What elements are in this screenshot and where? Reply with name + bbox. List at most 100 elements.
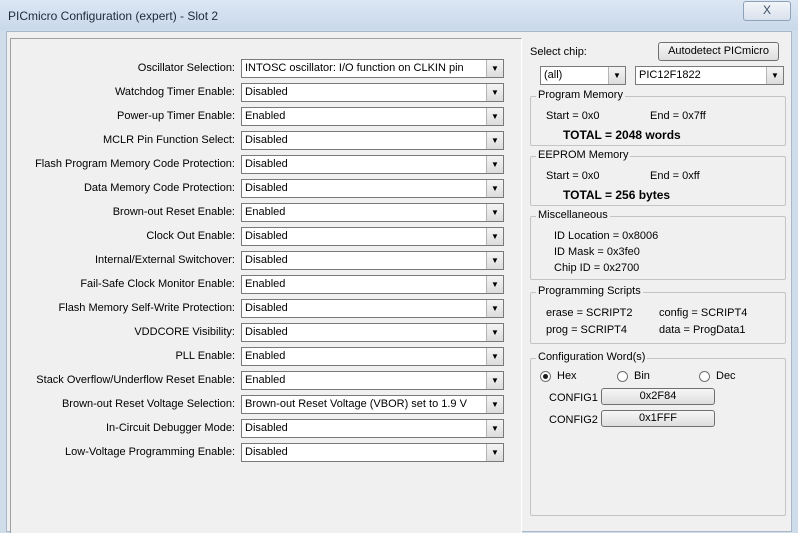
config-row: In-Circuit Debugger Mode: Disabled ▼ (11, 419, 521, 438)
config-row: Brown-out Reset Enable: Enabled ▼ (11, 203, 521, 222)
config-option-label: Power-up Timer Enable: (117, 110, 235, 122)
erase-script: erase = SCRIPT2 (546, 307, 633, 319)
config1-label: CONFIG1 (549, 392, 598, 404)
radix-dec-radio[interactable] (699, 371, 710, 382)
config-option-value: Disabled (245, 158, 288, 170)
program-memory-start: Start = 0x0 (546, 110, 600, 122)
config-row: Brown-out Reset Voltage Selection: Brown-… (11, 395, 521, 414)
programming-scripts-title: Programming Scripts (536, 285, 643, 297)
chevron-down-icon: ▼ (486, 252, 503, 269)
config-option-select[interactable]: Disabled ▼ (241, 83, 504, 102)
config-option-select[interactable]: Disabled ▼ (241, 179, 504, 198)
config-option-value: Brown-out Reset Voltage (VBOR) set to 1.… (245, 398, 467, 410)
config-option-label: Fail-Safe Clock Monitor Enable: (80, 278, 235, 290)
config-option-value: Disabled (245, 446, 288, 458)
config-option-value: Disabled (245, 134, 288, 146)
chevron-down-icon: ▼ (486, 204, 503, 221)
chevron-down-icon: ▼ (486, 60, 503, 77)
config-option-select[interactable]: Enabled ▼ (241, 347, 504, 366)
config-words-title: Configuration Word(s) (536, 351, 648, 363)
autodetect-button[interactable]: Autodetect PICmicro (658, 42, 779, 61)
config-option-select[interactable]: Enabled ▼ (241, 203, 504, 222)
config-option-select[interactable]: Enabled ▼ (241, 371, 504, 390)
programming-scripts-group: Programming Scripts erase = SCRIPT2 conf… (530, 285, 786, 344)
config-option-label: Brown-out Reset Enable: (112, 206, 235, 218)
config-row: Power-up Timer Enable: Enabled ▼ (11, 107, 521, 126)
config-option-label: Brown-out Reset Voltage Selection: (61, 398, 235, 410)
config-option-select[interactable]: Disabled ▼ (241, 251, 504, 270)
chip-family-select[interactable]: (all) ▼ (540, 66, 626, 85)
chevron-down-icon: ▼ (766, 67, 783, 84)
config-row: Watchdog Timer Enable: Disabled ▼ (11, 83, 521, 102)
config-option-select[interactable]: Disabled ▼ (241, 227, 504, 246)
program-memory-title: Program Memory (536, 89, 625, 101)
config-option-label: PLL Enable: (175, 350, 235, 362)
eeprom-memory-end: End = 0xff (650, 170, 700, 182)
config-option-value: Enabled (245, 374, 286, 386)
chevron-down-icon: ▼ (486, 84, 503, 101)
config-option-value: Enabled (245, 206, 286, 218)
config-option-select[interactable]: Disabled ▼ (241, 443, 504, 462)
program-memory-total: TOTAL = 2048 words (563, 128, 681, 142)
close-button[interactable]: X (743, 1, 791, 21)
config1-value-button[interactable]: 0x2F84 (601, 388, 715, 405)
config2-label: CONFIG2 (549, 414, 598, 426)
config-option-select[interactable]: Enabled ▼ (241, 107, 504, 126)
program-memory-group: Program Memory Start = 0x0 End = 0x7ff T… (530, 89, 786, 146)
radix-hex-radio[interactable] (540, 371, 551, 382)
config-option-value: Disabled (245, 86, 288, 98)
config-option-value: Disabled (245, 230, 288, 242)
config-option-value: Disabled (245, 422, 288, 434)
chevron-down-icon: ▼ (486, 156, 503, 173)
config-row: Stack Overflow/Underflow Reset Enable: En… (11, 371, 521, 390)
config-option-value: Disabled (245, 302, 288, 314)
config2-value-button[interactable]: 0x1FFF (601, 410, 715, 427)
config-option-select[interactable]: INTOSC oscillator: I/O function on CLKIN… (241, 59, 504, 78)
program-memory-end: End = 0x7ff (650, 110, 706, 122)
config-option-label: MCLR Pin Function Select: (102, 134, 235, 146)
config-option-select[interactable]: Brown-out Reset Voltage (VBOR) set to 1.… (241, 395, 504, 414)
config-row: Data Memory Code Protection: Disabled ▼ (11, 179, 521, 198)
chevron-down-icon: ▼ (486, 108, 503, 125)
config-option-label: Low-Voltage Programming Enable: (65, 446, 235, 458)
chevron-down-icon: ▼ (486, 348, 503, 365)
misc-group: Miscellaneous ID Location = 0x8006 ID Ma… (530, 209, 786, 280)
config-option-select[interactable]: Enabled ▼ (241, 275, 504, 294)
config-row: Oscillator Selection: INTOSC oscillator: … (11, 59, 521, 78)
close-icon: X (762, 3, 771, 17)
chevron-down-icon: ▼ (608, 67, 625, 84)
window-title: PICmicro Configuration (expert) - Slot 2 (8, 9, 219, 23)
chip-id: Chip ID = 0x2700 (554, 262, 640, 274)
radix-dec-label: Dec (716, 370, 736, 382)
id-location: ID Location = 0x8006 (554, 230, 659, 242)
config-options-panel: Oscillator Selection: INTOSC oscillator: … (10, 38, 522, 533)
config-words-group: Configuration Word(s) Hex Bin Dec CONFIG… (530, 351, 786, 516)
prog-script: prog = SCRIPT4 (546, 324, 628, 336)
config-option-value: Disabled (245, 182, 288, 194)
config-row: MCLR Pin Function Select: Disabled ▼ (11, 131, 521, 150)
config-option-select[interactable]: Disabled ▼ (241, 131, 504, 150)
config-option-value: INTOSC oscillator: I/O function on CLKIN… (245, 62, 464, 74)
chevron-down-icon: ▼ (486, 276, 503, 293)
chevron-down-icon: ▼ (486, 420, 503, 437)
config-option-select[interactable]: Disabled ▼ (241, 323, 504, 342)
config-option-value: Enabled (245, 110, 286, 122)
chip-select[interactable]: PIC12F1822 ▼ (635, 66, 784, 85)
config-row: Low-Voltage Programming Enable: Disabled ▼ (11, 443, 521, 462)
id-mask: ID Mask = 0x3fe0 (554, 246, 640, 258)
config-option-select[interactable]: Disabled ▼ (241, 155, 504, 174)
eeprom-memory-group: EEPROM Memory Start = 0x0 End = 0xff TOT… (530, 149, 786, 206)
chevron-down-icon: ▼ (486, 444, 503, 461)
dialog-body: Oscillator Selection: INTOSC oscillator: … (6, 31, 792, 533)
config-option-select[interactable]: Disabled ▼ (241, 299, 504, 318)
chevron-down-icon: ▼ (486, 372, 503, 389)
chevron-down-icon: ▼ (486, 300, 503, 317)
radix-bin-radio[interactable] (617, 371, 628, 382)
config-option-label: Oscillator Selection: (137, 62, 235, 74)
config-row: PLL Enable: Enabled ▼ (11, 347, 521, 366)
config-option-value: Enabled (245, 278, 286, 290)
eeprom-memory-title: EEPROM Memory (536, 149, 631, 161)
config-option-select[interactable]: Disabled ▼ (241, 419, 504, 438)
chevron-down-icon: ▼ (486, 228, 503, 245)
config-row: Flash Memory Self-Write Protection: Disab… (11, 299, 521, 318)
